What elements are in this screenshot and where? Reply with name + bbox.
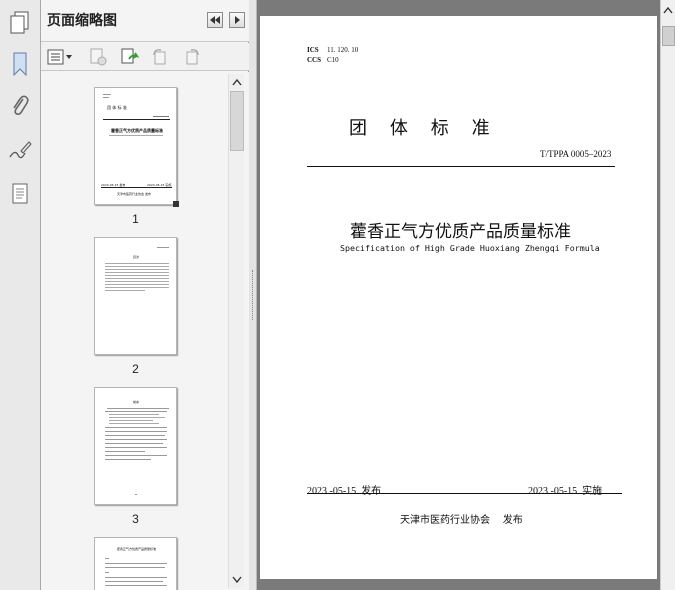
- ics-label: ICS: [307, 46, 319, 54]
- ccs-value: C10: [327, 56, 339, 64]
- document-page: ICS 11. 120. 10 CCS C10 团 体 标 准 T/TPPA 0…: [260, 16, 657, 579]
- thumb-body-title: 藿香正气方优质产品质量标准: [117, 547, 157, 551]
- thumbnail-label-3: 3: [132, 512, 139, 526]
- implementation-date: 2023 -05-15 实施: [528, 486, 603, 497]
- rotate-right-button[interactable]: [181, 47, 203, 67]
- document-scrollbar[interactable]: [660, 0, 675, 590]
- rotate-left-icon: [153, 49, 166, 65]
- thumbnail-scroll-thumb[interactable]: [230, 91, 244, 151]
- rotate-right-icon: [186, 49, 199, 65]
- thumb-title: 藿香正气方优质产品质量标准: [111, 128, 163, 133]
- paperclip-icon[interactable]: [4, 90, 36, 122]
- footer-rule: [307, 493, 622, 494]
- ics-value: 11. 120. 10: [327, 46, 359, 54]
- insert-page-button[interactable]: [119, 47, 141, 67]
- chevron-right-icon: [235, 16, 240, 24]
- thumbnail-list: 团 体 标 准 藿香正气方优质产品质量标准 2023-05-15 发布 2023…: [41, 72, 249, 590]
- options-menu-button[interactable]: [47, 47, 73, 67]
- thumb-header: 团 体 标 准: [107, 105, 127, 110]
- navigation-sidebar: [0, 0, 41, 590]
- document-title-cn: 藿香正气方优质产品质量标准: [350, 222, 571, 242]
- options-menu-icon: [47, 49, 72, 65]
- expand-panel-button[interactable]: [229, 12, 245, 28]
- thumbnail-label-2: 2: [132, 362, 139, 376]
- panel-title: 页面缩略图: [47, 13, 117, 29]
- doc-scroll-up-icon[interactable]: [663, 6, 673, 14]
- double-chevron-left-icon: [210, 16, 220, 24]
- delete-page-button[interactable]: [87, 47, 109, 67]
- thumbnail-page-3[interactable]: 前言: [94, 387, 177, 505]
- delete-page-icon: [90, 48, 107, 66]
- document-layers-icon[interactable]: [4, 178, 36, 210]
- header-rule: [307, 166, 615, 167]
- rotate-left-button[interactable]: [149, 47, 171, 67]
- standard-type-header: 团 体 标 准: [349, 118, 490, 139]
- thumb-publisher: 天津市医药行业协会 发布: [117, 192, 151, 196]
- bookmark-icon[interactable]: [4, 48, 36, 80]
- document-view: ICS 11. 120. 10 CCS C10 团 体 标 准 T/TPPA 0…: [257, 0, 660, 590]
- scroll-up-icon[interactable]: [232, 78, 242, 86]
- thumbnail-label-1: 1: [132, 212, 139, 226]
- thumb-toc-title: 目次: [133, 255, 140, 259]
- collapse-panel-button[interactable]: [207, 12, 223, 28]
- splitter-grip: [252, 270, 254, 320]
- issue-date: 2023 -05-15 发布: [307, 486, 382, 497]
- signature-pen-icon[interactable]: [4, 134, 36, 166]
- thumb-preface-title: 前言: [133, 400, 140, 404]
- pages-icon[interactable]: [4, 6, 36, 38]
- current-page-marker: [173, 201, 179, 207]
- thumbnail-page-1[interactable]: 团 体 标 准 藿香正气方优质产品质量标准 2023-05-15 发布 2023…: [94, 87, 177, 205]
- standard-number: T/TPPA 0005–2023: [540, 149, 612, 159]
- thumbnail-page-2[interactable]: 目次: [94, 237, 177, 355]
- thumbnail-toolbar: [41, 43, 249, 71]
- document-title-en: Specification of High Grade Huoxiang Zhe…: [340, 243, 600, 253]
- panel-header: 页面缩略图: [41, 0, 249, 42]
- document-scroll-thumb[interactable]: [662, 26, 675, 46]
- thumbnail-scrollbar[interactable]: [228, 74, 244, 588]
- thumbnail-panel: 页面缩略图 团 体 标 准 藿香正气方优质产品质量标准 2023-05-15 发…: [41, 0, 249, 590]
- thumbnail-page-4[interactable]: 藿香正气方优质产品质量标准: [94, 537, 177, 590]
- scroll-down-icon[interactable]: [232, 576, 242, 584]
- pdf-reader-window: 页面缩略图 团 体 标 准 藿香正气方优质产品质量标准 2023-05-15 发…: [0, 0, 675, 590]
- publisher: 天津市医药行业协会 发布: [400, 515, 523, 526]
- panel-splitter[interactable]: [249, 0, 257, 590]
- ccs-label: CCS: [307, 56, 322, 64]
- insert-page-icon: [121, 48, 140, 64]
